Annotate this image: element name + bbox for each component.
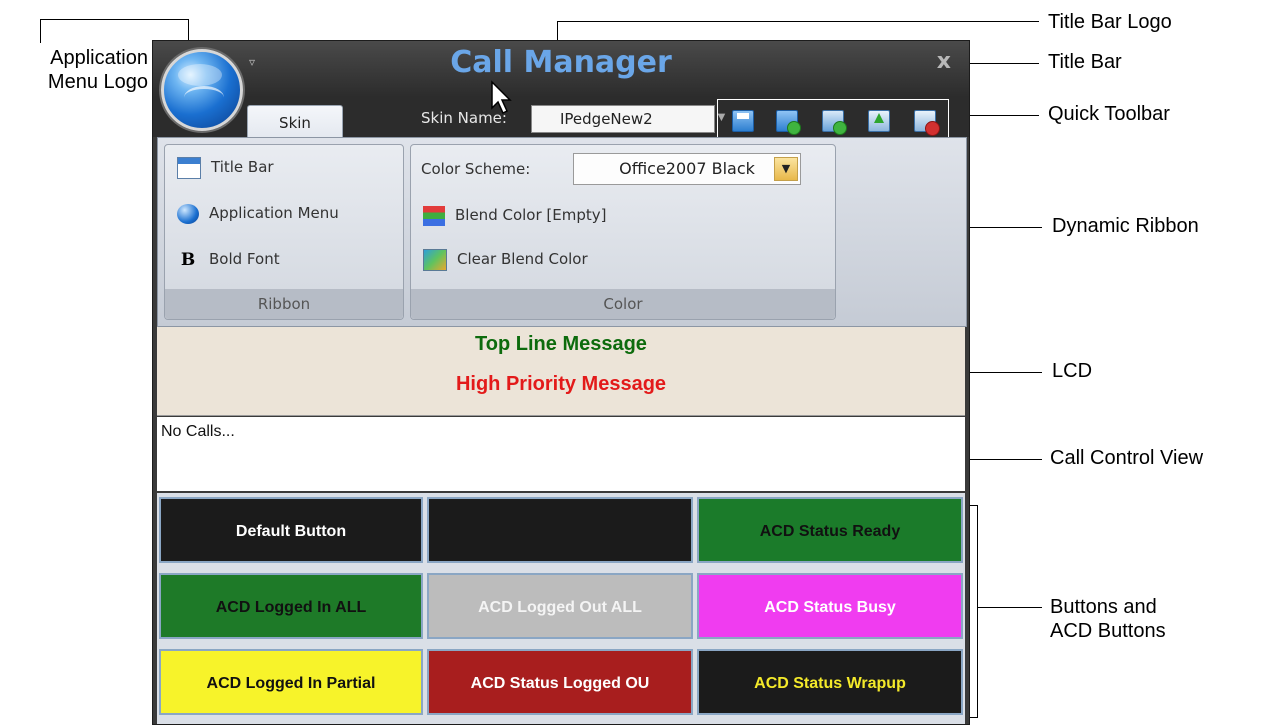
lcd-top-line-message: Top Line Message xyxy=(475,333,647,355)
ribbon-item-clear-blend-color[interactable]: Clear Blend Color xyxy=(423,247,588,271)
acd-button-5[interactable]: ACD Logged Out ALL xyxy=(427,573,693,639)
leader-buttons-h xyxy=(977,607,1042,608)
color-scheme-value: Office2007 Black xyxy=(619,159,755,178)
acd-button-2[interactable] xyxy=(427,497,693,563)
annotation-dynamic-ribbon: Dynamic Ribbon xyxy=(1052,215,1199,237)
ribbon-item-bold-font-label: Bold Font xyxy=(209,250,280,268)
ribbon-item-blend-color[interactable]: Blend Color [Empty] xyxy=(423,203,607,227)
ribbon-item-application-menu-label: Application Menu xyxy=(209,204,339,222)
title-bar[interactable]: Call Manager ▿ x xyxy=(153,41,969,97)
ribbon-group-color: Color Scheme: Office2007 Black ▼ Blend C… xyxy=(410,144,836,320)
mouse-pointer-icon xyxy=(491,80,512,115)
tab-skin[interactable]: Skin xyxy=(247,105,343,140)
ribbon-item-blend-color-label: Blend Color [Empty] xyxy=(455,206,607,224)
acd-button-1[interactable]: Default Button xyxy=(159,497,423,563)
leader-app-logo-h1 xyxy=(40,19,189,20)
annotation-buttons-line1: Buttons and xyxy=(1050,596,1157,618)
ribbon-group-ribbon-label: Ribbon xyxy=(165,289,403,319)
orb-shine xyxy=(178,64,222,86)
delete-icon[interactable] xyxy=(914,110,940,136)
window-title: Call Manager xyxy=(450,45,672,80)
acd-button-7[interactable]: ACD Logged In Partial xyxy=(159,649,423,715)
annotation-buttons: Buttons and ACD Buttons xyxy=(1050,595,1166,643)
call-status-text: No Calls... xyxy=(161,423,235,440)
color-scheme-dropdown-icon[interactable]: ▼ xyxy=(774,157,798,181)
clear-blend-color-icon xyxy=(423,248,447,271)
new-window-icon[interactable] xyxy=(822,110,847,135)
save-icon[interactable] xyxy=(732,110,754,132)
annotation-title-bar: Title Bar xyxy=(1048,51,1122,73)
call-manager-window: Call Manager ▿ x Skin Skin Name: IPedgeN… xyxy=(152,40,970,725)
ribbon-item-title-bar-label: Title Bar xyxy=(211,158,274,176)
save-new-icon[interactable] xyxy=(776,110,801,135)
ribbon-item-title-bar[interactable]: Title Bar xyxy=(177,155,274,179)
close-button[interactable]: x xyxy=(937,49,951,74)
annotation-lcd: LCD xyxy=(1052,360,1093,382)
leader-app-logo-v1 xyxy=(40,19,41,43)
acd-button-3[interactable]: ACD Status Ready xyxy=(697,497,963,563)
lcd-high-priority-message: High Priority Message xyxy=(455,373,667,395)
tab-row: Skin Skin Name: IPedgeNew2 ▼ xyxy=(153,97,969,143)
dynamic-ribbon: Title Bar Application Menu B Bold Font Ri… xyxy=(157,137,967,327)
leader-buttons-bracket-v xyxy=(977,505,978,717)
annotation-title-bar-logo: Title Bar Logo xyxy=(1048,11,1172,33)
export-icon[interactable] xyxy=(868,110,890,132)
ribbon-group-color-label: Color xyxy=(411,289,835,319)
skin-name-combo[interactable]: IPedgeNew2 xyxy=(531,105,715,133)
acd-button-8[interactable]: ACD Status Logged OU xyxy=(427,649,693,715)
quick-access-dropdown-icon[interactable]: ▿ xyxy=(249,55,255,69)
acd-button-9[interactable]: ACD Status Wrapup xyxy=(697,649,963,715)
annotation-call-control-view: Call Control View xyxy=(1050,447,1204,469)
color-scheme-combo[interactable]: Office2007 Black ▼ xyxy=(573,153,801,185)
acd-button-4[interactable]: ACD Logged In ALL xyxy=(159,573,423,639)
leader-title-logo-h xyxy=(557,21,1039,22)
ribbon-item-clear-blend-color-label: Clear Blend Color xyxy=(457,250,588,268)
application-menu-icon xyxy=(177,203,199,224)
ribbon-group-ribbon: Title Bar Application Menu B Bold Font Ri… xyxy=(164,144,404,320)
application-menu-orb-icon[interactable] xyxy=(161,49,243,131)
call-control-view[interactable]: No Calls... xyxy=(157,417,965,491)
color-scheme-label: Color Scheme: xyxy=(421,160,531,178)
annotation-application-menu-logo-line1: Application xyxy=(50,47,148,69)
title-bar-icon xyxy=(177,156,201,179)
bold-icon: B xyxy=(180,249,196,270)
button-grid: Default Button ACD Status Ready ACD Logged… xyxy=(157,493,965,724)
ribbon-item-bold-font[interactable]: B Bold Font xyxy=(177,247,280,271)
annotation-application-menu-logo-line2: Menu Logo xyxy=(47,71,148,93)
blend-color-icon xyxy=(423,205,445,226)
ribbon-item-application-menu[interactable]: Application Menu xyxy=(177,201,339,225)
lcd-display: Top Line Message High Priority Message xyxy=(157,327,965,416)
orb-swirl xyxy=(184,86,224,109)
annotation-application-menu-logo: Application Menu Logo xyxy=(8,46,148,94)
acd-button-6[interactable]: ACD Status Busy xyxy=(697,573,963,639)
annotation-quick-toolbar: Quick Toolbar xyxy=(1048,103,1170,125)
annotation-buttons-line2: ACD Buttons xyxy=(1050,620,1166,642)
